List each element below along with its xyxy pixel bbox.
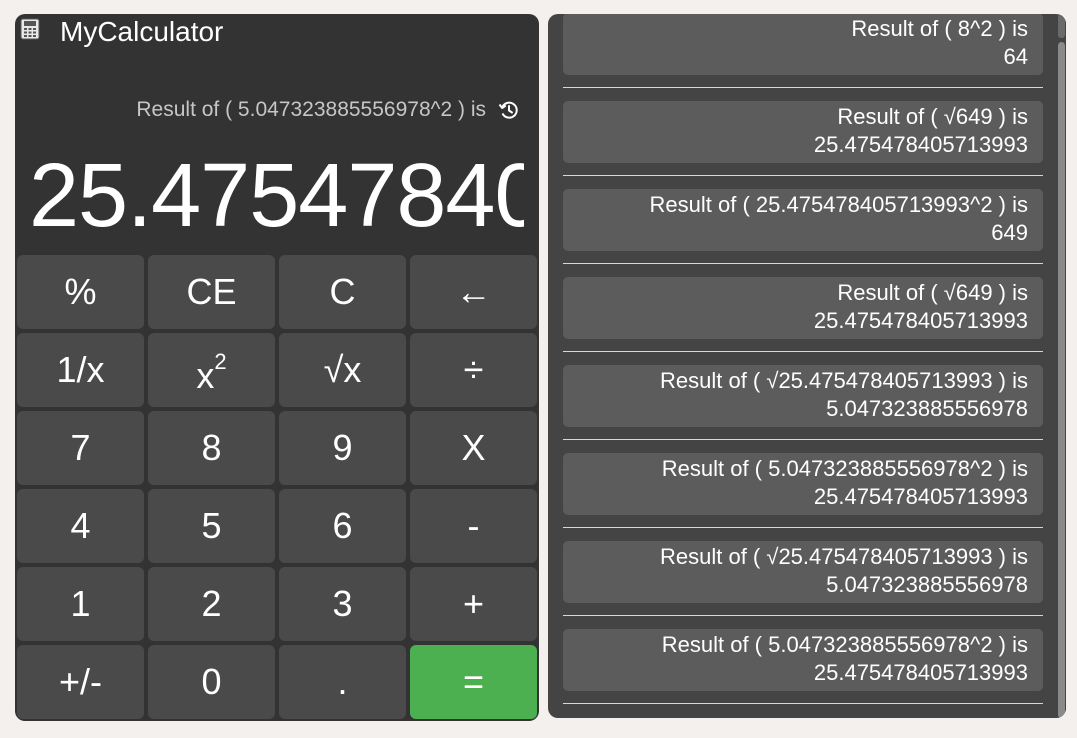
- digit-7-key[interactable]: 7: [17, 411, 144, 485]
- history-result: 5.047323885556978: [826, 396, 1028, 421]
- key-superscript: 2: [214, 349, 227, 374]
- history-row: Result of ( 5.047323885556978^2 ) is 25.4…: [548, 440, 1058, 528]
- history-expression: Result of ( √649 ) is: [837, 280, 1028, 305]
- digit-0-key[interactable]: 0: [148, 645, 275, 719]
- history-divider: [563, 703, 1043, 704]
- history-result: 25.475478405713993: [813, 484, 1028, 509]
- history-result: 25.475478405713993: [813, 132, 1028, 157]
- equals-key[interactable]: =: [410, 645, 537, 719]
- keypad: % CE C ← 1/x x2 √x ÷ 7 8 9 X 4 5 6-1 2 3 + +/- 0. =: [17, 255, 537, 719]
- scrollbar-up-arrow[interactable]: [1058, 14, 1065, 38]
- digit-1-key[interactable]: 1: [17, 567, 144, 641]
- subtract-key[interactable]: -: [410, 489, 537, 563]
- history-expression: Result of ( 25.475478405713993^2 ) is: [649, 192, 1028, 217]
- digit-9-key[interactable]: 9: [279, 411, 406, 485]
- history-row: Result of ( 25.475478405713993^2 ) is 649: [548, 176, 1058, 264]
- history-row: Result of ( √25.475478405713993 ) is 5.04…: [548, 528, 1058, 616]
- expression-display: Result of ( 5.047323885556978^2 ) is: [136, 98, 486, 121]
- history-panel: Result of ( 8^2 ) is 64 Result of ( √649 )…: [548, 14, 1066, 718]
- multiply-key[interactable]: X: [410, 411, 537, 485]
- history-entry[interactable]: Result of ( √649 ) is 25.475478405713993: [563, 277, 1043, 339]
- history-expression: Result of ( 8^2 ) is: [851, 16, 1028, 41]
- history-expression: Result of ( √649 ) is: [837, 104, 1028, 129]
- backspace-key[interactable]: ←: [410, 255, 537, 329]
- history-entry[interactable]: Result of ( 25.475478405713993^2 ) is 649: [563, 189, 1043, 251]
- result-display-area: 25.475478405713993: [29, 136, 524, 256]
- history-entry[interactable]: Result of ( √25.475478405713993 ) is 5.04…: [563, 365, 1043, 427]
- digit-6-key[interactable]: 6: [279, 489, 406, 563]
- digit-2-key[interactable]: 2: [148, 567, 275, 641]
- history-icon[interactable]: [497, 98, 521, 122]
- scrollbar-thumb[interactable]: [1058, 42, 1065, 718]
- square-key[interactable]: x2: [148, 333, 275, 407]
- history-result: 25.475478405713993: [813, 660, 1028, 685]
- history-scrollbar[interactable]: [1058, 14, 1066, 718]
- percent-key[interactable]: %: [17, 255, 144, 329]
- history-expression: Result of ( √25.475478405713993 ) is: [660, 368, 1028, 393]
- history-entry[interactable]: Result of ( 5.047323885556978^2 ) is 25.4…: [563, 453, 1043, 515]
- digit-4-key[interactable]: 4: [17, 489, 144, 563]
- history-row: Result of ( √649 ) is 25.475478405713993: [548, 88, 1058, 176]
- history-result: 64: [1003, 44, 1028, 69]
- decimal-key[interactable]: .: [279, 645, 406, 719]
- history-entry[interactable]: Result of ( 8^2 ) is 64: [563, 14, 1043, 75]
- history-result: 649: [991, 220, 1028, 245]
- digit-3-key[interactable]: 3: [279, 567, 406, 641]
- app-title: MyCalculator: [60, 16, 224, 47]
- history-row: Result of ( √25.475478405713993 ) is 5.04…: [548, 352, 1058, 440]
- history-expression: Result of ( 5.047323885556978^2 ) is: [661, 456, 1028, 481]
- add-key[interactable]: +: [410, 567, 537, 641]
- history-expression: Result of ( 5.047323885556978^2 ) is: [661, 632, 1028, 657]
- calculator-panel: MyCalculator Result of ( 5.0473238855569…: [15, 14, 539, 721]
- digit-8-key[interactable]: 8: [148, 411, 275, 485]
- digit-5-key[interactable]: 5: [148, 489, 275, 563]
- history-entry[interactable]: Result of ( 5.047323885556978^2 ) is 25.4…: [563, 629, 1043, 691]
- result-display: 25.475478405713993: [29, 146, 524, 246]
- divide-key[interactable]: ÷: [410, 333, 537, 407]
- sqrt-key[interactable]: √x: [279, 333, 406, 407]
- clear-entry-key[interactable]: CE: [148, 255, 275, 329]
- history-row: Result of ( 5.047323885556978^2 ) is 25.4…: [548, 616, 1058, 704]
- history-list: Result of ( 8^2 ) is 64 Result of ( √649 )…: [548, 14, 1058, 704]
- history-entry[interactable]: Result of ( √649 ) is 25.475478405713993: [563, 101, 1043, 163]
- history-row: Result of ( √649 ) is 25.475478405713993: [548, 264, 1058, 352]
- history-result: 5.047323885556978: [826, 572, 1028, 597]
- history-entry[interactable]: Result of ( √25.475478405713993 ) is 5.04…: [563, 541, 1043, 603]
- history-result: 25.475478405713993: [813, 308, 1028, 333]
- key-label: x2: [196, 349, 227, 396]
- reciprocal-key[interactable]: 1/x: [17, 333, 144, 407]
- negate-key[interactable]: +/-: [17, 645, 144, 719]
- history-expression: Result of ( √25.475478405713993 ) is: [660, 544, 1028, 569]
- calculator-icon: [20, 18, 40, 40]
- clear-key[interactable]: C: [279, 255, 406, 329]
- history-row: Result of ( 8^2 ) is 64: [548, 14, 1058, 88]
